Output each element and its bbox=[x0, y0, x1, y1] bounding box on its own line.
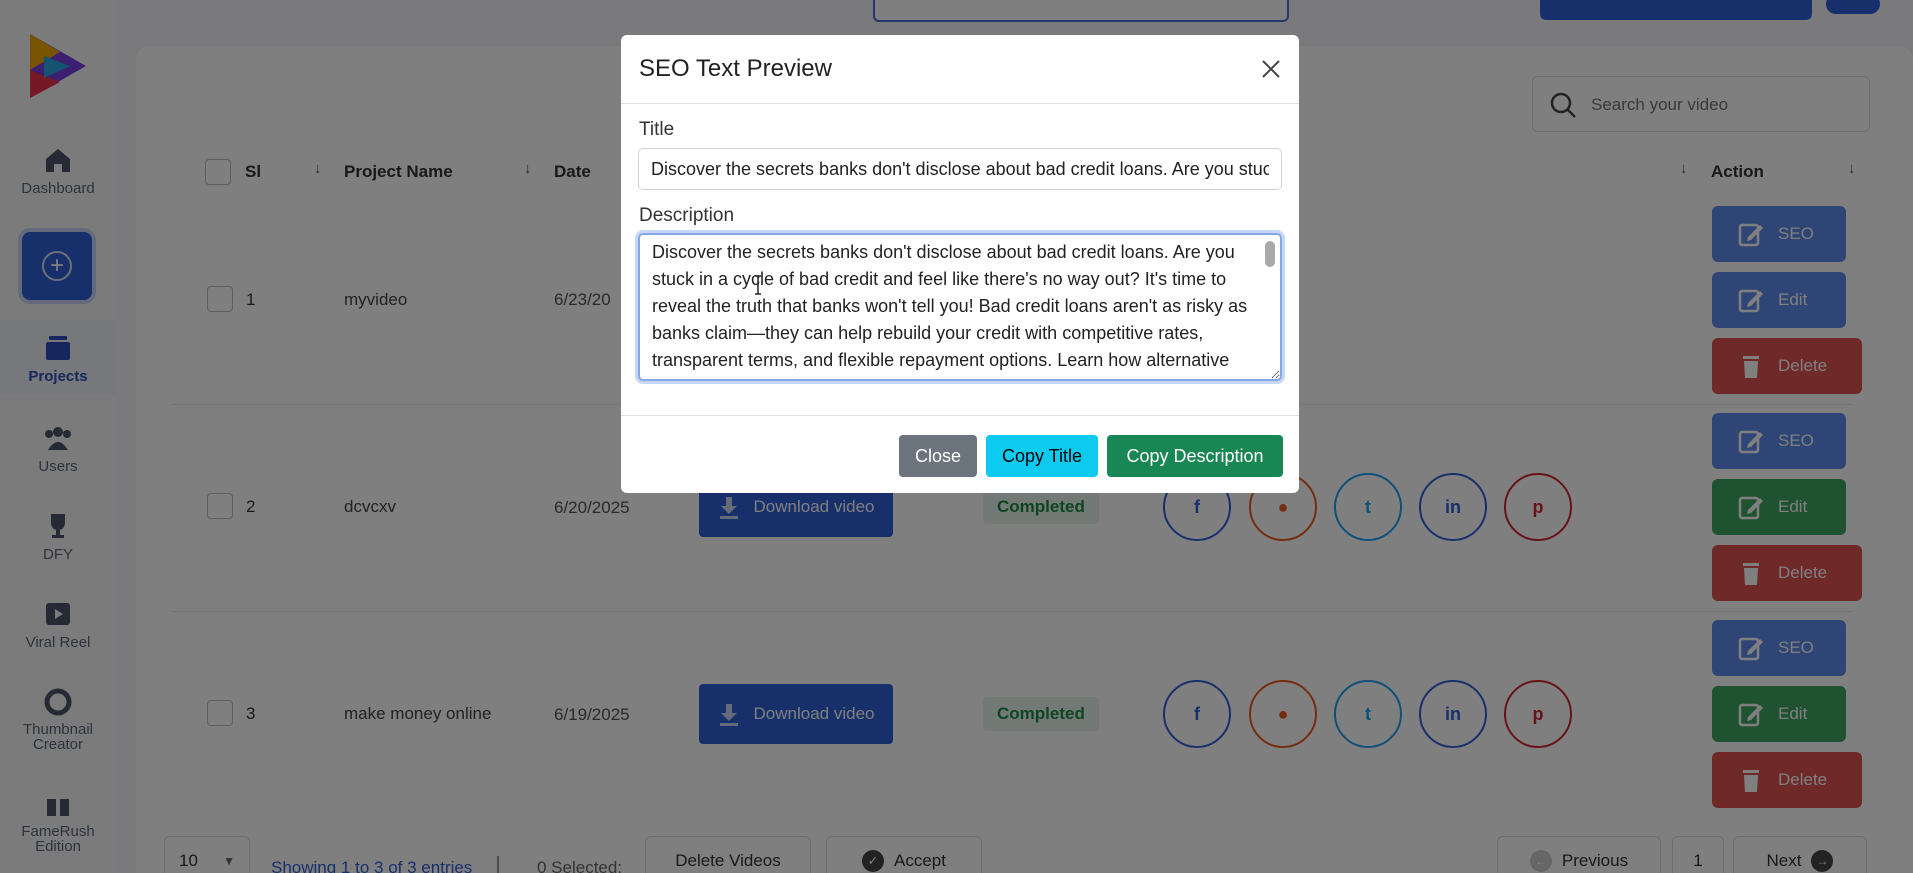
close-icon[interactable] bbox=[1259, 57, 1283, 81]
modal-footer-divider bbox=[621, 415, 1299, 416]
close-button[interactable]: Close bbox=[899, 435, 977, 477]
modal-title: SEO Text Preview bbox=[639, 55, 832, 82]
seo-preview-modal: SEO Text Preview Title Description Disco… bbox=[621, 35, 1299, 493]
text-cursor-icon bbox=[755, 275, 761, 295]
description-scrollbar[interactable] bbox=[1262, 237, 1276, 375]
scrollbar-thumb[interactable] bbox=[1265, 241, 1275, 267]
description-label: Description bbox=[639, 205, 735, 226]
seo-description-textarea[interactable]: Discover the secrets banks don't disclos… bbox=[638, 233, 1282, 381]
title-label: Title bbox=[639, 119, 675, 140]
copy-description-button[interactable]: Copy Description bbox=[1107, 435, 1283, 477]
seo-title-input[interactable] bbox=[638, 148, 1282, 190]
modal-header: SEO Text Preview bbox=[621, 35, 1299, 104]
copy-title-button[interactable]: Copy Title bbox=[986, 435, 1098, 477]
